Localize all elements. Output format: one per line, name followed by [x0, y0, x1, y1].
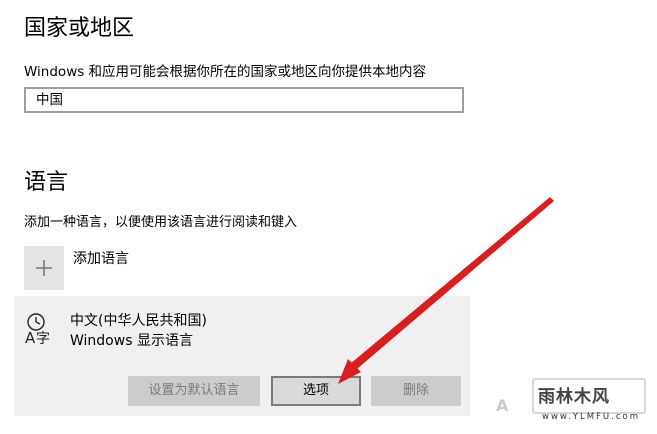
add-language-label: 添加语言: [73, 251, 129, 267]
language-item-chinese[interactable]: A 字 中文(中华人民共和国) Windows 显示语言 设置为默认语言 选项 …: [14, 296, 470, 416]
country-select[interactable]: 中国: [24, 87, 464, 113]
watermark-url: www.YLMFU.com: [542, 412, 641, 422]
watermark-logo-text: 雨林木风: [538, 387, 610, 407]
plus-icon: [36, 260, 52, 276]
set-default-language-button[interactable]: 设置为默认语言: [128, 376, 260, 406]
watermark-logo: 雨林木风: [532, 378, 646, 414]
watermark: A 雨林木风 www.YLMFU.com: [496, 362, 648, 428]
language-clock-icon: A 字: [25, 313, 50, 346]
region-heading: 国家或地区: [24, 16, 135, 41]
svg-text:字: 字: [36, 331, 50, 346]
add-tile: [24, 246, 64, 290]
region-description: Windows 和应用可能会根据你所在的国家或地区向你提供本地内容: [24, 64, 427, 80]
options-button[interactable]: 选项: [271, 376, 361, 406]
remove-button[interactable]: 删除: [371, 376, 461, 406]
watermark-letter-icon: A: [496, 396, 509, 415]
language-subtitle: Windows 显示语言: [70, 333, 193, 349]
language-description: 添加一种语言，以便使用该语言进行阅读和键入: [24, 215, 298, 230]
language-heading: 语言: [24, 170, 69, 195]
language-name: 中文(中华人民共和国): [70, 313, 207, 329]
svg-text:A: A: [25, 329, 36, 346]
